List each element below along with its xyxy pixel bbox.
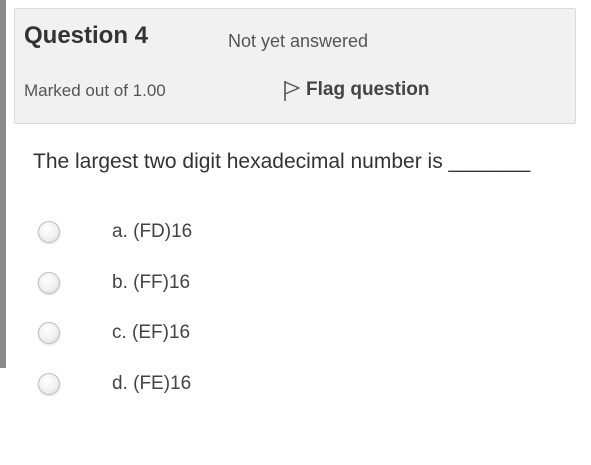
answer-option-d[interactable]: d. (FE)16 [38, 366, 438, 402]
answer-label-a[interactable]: a. (FD)16 [112, 221, 192, 243]
answer-label-d[interactable]: d. (FE)16 [112, 373, 191, 395]
radio-button-c[interactable] [38, 322, 60, 344]
answer-option-b[interactable]: b. (FF)16 [38, 265, 438, 301]
answer-label-b[interactable]: b. (FF)16 [112, 272, 190, 294]
question-state: Not yet answered [228, 31, 369, 51]
flag-icon[interactable] [282, 78, 302, 102]
flag-question-link[interactable]: Flag question [282, 78, 430, 102]
radio-button-a[interactable] [38, 221, 60, 243]
radio-button-d[interactable] [38, 373, 60, 395]
question-grade: Marked out of 1.00 [24, 81, 166, 100]
answer-option-a[interactable]: a. (FD)16 [38, 214, 438, 250]
question-left-border [0, 0, 6, 368]
question-number: Question 4 [24, 22, 149, 49]
flag-question-label[interactable]: Flag question [306, 79, 430, 101]
radio-button-b[interactable] [38, 272, 60, 294]
answer-label-c[interactable]: c. (EF)16 [112, 322, 190, 344]
question-info-panel: Question 4 Not yet answered Marked out o… [14, 8, 576, 124]
answer-option-c[interactable]: c. (EF)16 [38, 315, 438, 351]
question-text: The largest two digit hexadecimal number… [33, 150, 531, 173]
